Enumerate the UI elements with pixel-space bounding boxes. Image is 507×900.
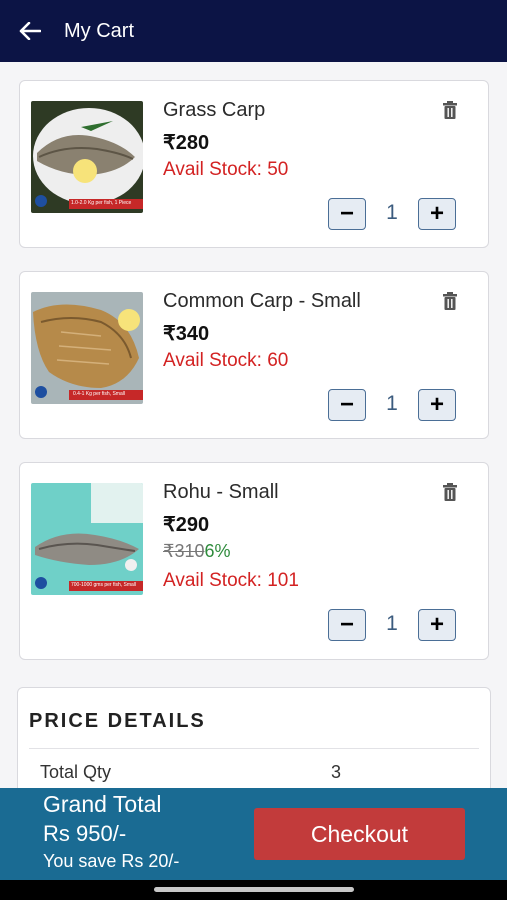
decrease-qty-button[interactable]: − bbox=[328, 389, 366, 421]
product-price: ₹280 bbox=[163, 132, 210, 154]
original-price: ₹310 bbox=[163, 541, 205, 561]
decrease-qty-button[interactable]: − bbox=[328, 609, 366, 641]
total-qty-value: 3 bbox=[331, 762, 342, 782]
back-arrow-icon[interactable] bbox=[0, 0, 60, 62]
product-image: 0.4-1 Kg per fish, Small bbox=[31, 292, 143, 404]
mrp-discount: ₹3106% bbox=[163, 541, 231, 562]
increase-qty-button[interactable]: + bbox=[418, 198, 456, 230]
checkout-button[interactable]: Checkout bbox=[254, 808, 465, 860]
cart-item-common-carp: 0.4-1 Kg per fish, Small Common Carp - S… bbox=[19, 271, 489, 439]
product-name: Grass Carp bbox=[163, 99, 266, 121]
stock-text: Avail Stock: 50 bbox=[163, 159, 289, 180]
checkout-bar: Grand Total Rs 950/- You save Rs 20/- Ch… bbox=[0, 788, 507, 880]
cart-scroll-area[interactable]: 1.0-2.0 Kg per fish, 1 Piece Grass Carp … bbox=[0, 62, 507, 788]
delete-icon[interactable] bbox=[442, 101, 458, 119]
system-nav-bar bbox=[0, 880, 507, 900]
product-name: Common Carp - Small bbox=[163, 290, 361, 312]
product-name: Rohu - Small bbox=[163, 481, 279, 503]
product-price: ₹290 bbox=[163, 514, 210, 536]
stock-text: Avail Stock: 60 bbox=[163, 350, 289, 371]
product-price: ₹340 bbox=[163, 323, 210, 345]
grand-total-value: Rs 950/- bbox=[43, 821, 127, 846]
quantity-value: 1 bbox=[386, 201, 398, 224]
delete-icon[interactable] bbox=[442, 292, 458, 310]
weight-badge-text: 1.0-2.0 Kg per fish, 1 Piece bbox=[71, 200, 132, 206]
divider bbox=[29, 748, 479, 749]
increase-qty-button[interactable]: + bbox=[418, 389, 456, 421]
product-image: 1.0-2.0 Kg per fish, 1 Piece bbox=[31, 101, 143, 213]
price-details-card: PRICE DETAILS Total Qty 3 bbox=[17, 687, 491, 788]
discount-percent: 6% bbox=[204, 541, 231, 561]
increase-qty-button[interactable]: + bbox=[418, 609, 456, 641]
total-qty-label: Total Qty bbox=[40, 762, 112, 782]
stock-text: Avail Stock: 101 bbox=[163, 570, 299, 591]
weight-badge-text: 0.4-1 Kg per fish, Small bbox=[73, 391, 125, 397]
quantity-value: 1 bbox=[386, 392, 398, 415]
cart-item-rohu: 700-1000 gms per fish, Small Rohu - Smal… bbox=[19, 462, 489, 660]
weight-badge-text: 700-1000 gms per fish, Small bbox=[71, 582, 137, 588]
app-bar: My Cart bbox=[0, 0, 507, 62]
decrease-qty-button[interactable]: − bbox=[328, 198, 366, 230]
home-indicator[interactable] bbox=[154, 887, 354, 892]
cart-item-grass-carp: 1.0-2.0 Kg per fish, 1 Piece Grass Carp … bbox=[19, 80, 489, 248]
price-details-title: PRICE DETAILS bbox=[29, 710, 206, 732]
grand-total-label: Grand Total bbox=[43, 791, 162, 817]
delete-icon[interactable] bbox=[442, 483, 458, 501]
quantity-value: 1 bbox=[386, 612, 398, 635]
page-title: My Cart bbox=[64, 19, 134, 42]
savings-text: You save Rs 20/- bbox=[43, 851, 180, 871]
product-image: 700-1000 gms per fish, Small bbox=[31, 483, 143, 595]
